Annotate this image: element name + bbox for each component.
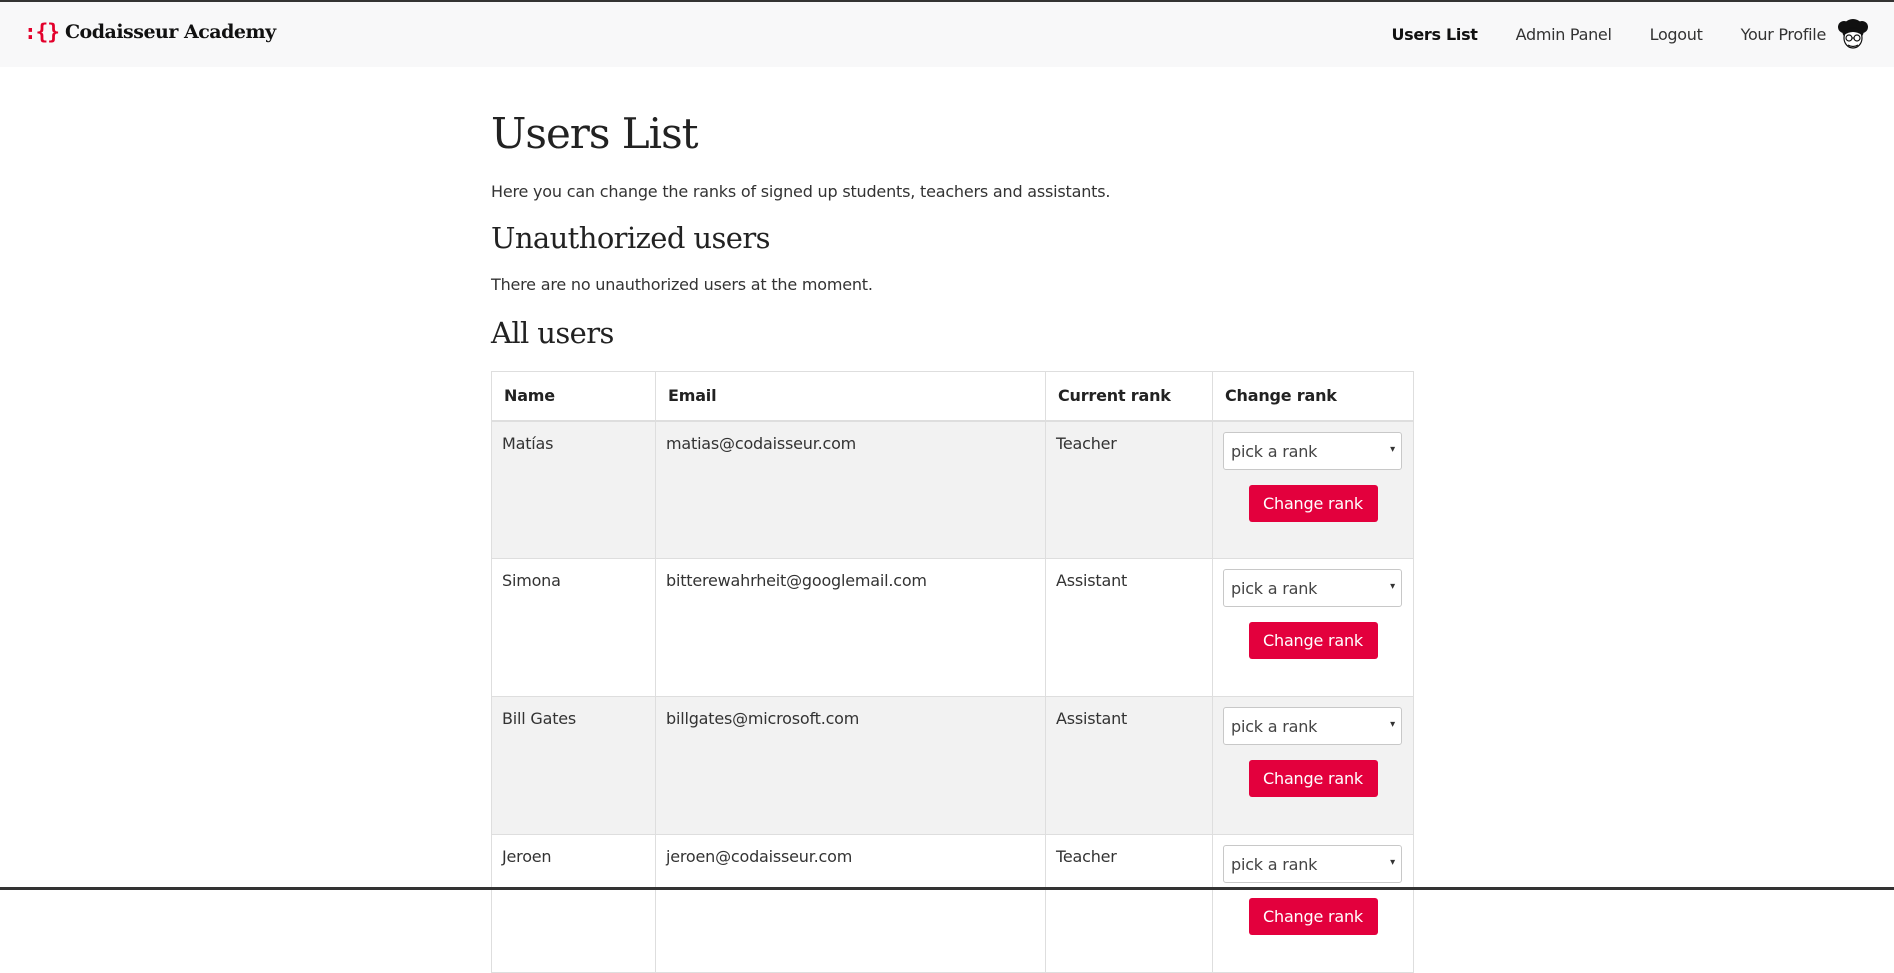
all-users-heading: All users (491, 316, 1413, 350)
rank-select[interactable]: pick a rank ▾ (1223, 707, 1402, 745)
cell-current-rank: Assistant (1046, 697, 1213, 835)
change-rank-button[interactable]: Change rank (1249, 485, 1378, 522)
table-row: Jeroen jeroen@codaisseur.com Teacher pic… (492, 835, 1414, 973)
cell-name: Bill Gates (492, 697, 656, 835)
brand-link[interactable]: :{} Codaisseur Academy (24, 20, 276, 44)
header-current-rank: Current rank (1046, 372, 1213, 421)
cell-email: bitterewahrheit@googlemail.com (656, 559, 1046, 697)
unauthorized-empty-message: There are no unauthorized users at the m… (491, 275, 1413, 294)
caret-down-icon: ▾ (1390, 719, 1395, 730)
cell-change-rank: pick a rank ▾ Change rank (1213, 835, 1414, 973)
avatar-icon (1836, 18, 1870, 52)
nav-logout[interactable]: Logout (1650, 25, 1703, 44)
navbar: :{} Codaisseur Academy Users List Admin … (0, 2, 1894, 67)
rank-select[interactable]: pick a rank ▾ (1223, 432, 1402, 470)
cell-name: Jeroen (492, 835, 656, 973)
cell-current-rank: Assistant (1046, 559, 1213, 697)
change-rank-button[interactable]: Change rank (1249, 760, 1378, 797)
rank-select[interactable]: pick a rank ▾ (1223, 845, 1402, 883)
rank-select-value: pick a rank (1231, 579, 1317, 598)
table-header-row: Name Email Current rank Change rank (492, 372, 1414, 421)
cell-email: jeroen@codaisseur.com (656, 835, 1046, 973)
table-row: Simona bitterewahrheit@googlemail.com As… (492, 559, 1414, 697)
caret-down-icon: ▾ (1390, 857, 1395, 868)
caret-down-icon: ▾ (1390, 581, 1395, 592)
header-change-rank: Change rank (1213, 372, 1414, 421)
brand-name: Codaisseur Academy (65, 21, 276, 43)
rank-select-value: pick a rank (1231, 855, 1317, 874)
brand-logo-icon: :{} (24, 20, 59, 44)
nav-users-list[interactable]: Users List (1391, 25, 1477, 44)
cell-current-rank: Teacher (1046, 835, 1213, 973)
nav-your-profile[interactable]: Your Profile (1741, 18, 1870, 52)
change-rank-button[interactable]: Change rank (1249, 898, 1378, 935)
table-row: Bill Gates billgates@microsoft.com Assis… (492, 697, 1414, 835)
nav-links: Users List Admin Panel Logout Your Profi… (1353, 2, 1870, 67)
header-email: Email (656, 372, 1046, 421)
cell-current-rank: Teacher (1046, 421, 1213, 559)
nav-admin-panel[interactable]: Admin Panel (1516, 25, 1612, 44)
page-title: Users List (491, 109, 1413, 158)
rank-select-value: pick a rank (1231, 717, 1317, 736)
users-table: Name Email Current rank Change rank Matí… (491, 371, 1414, 973)
cell-change-rank: pick a rank ▾ Change rank (1213, 559, 1414, 697)
cell-name: Matías (492, 421, 656, 559)
cell-email: matias@codaisseur.com (656, 421, 1046, 559)
cell-change-rank: pick a rank ▾ Change rank (1213, 421, 1414, 559)
rank-select-value: pick a rank (1231, 442, 1317, 461)
main-content: Users List Here you can change the ranks… (491, 67, 1413, 973)
change-rank-button[interactable]: Change rank (1249, 622, 1378, 659)
page-intro: Here you can change the ranks of signed … (491, 182, 1413, 201)
cell-email: billgates@microsoft.com (656, 697, 1046, 835)
cell-change-rank: pick a rank ▾ Change rank (1213, 697, 1414, 835)
table-row: Matías matias@codaisseur.com Teacher pic… (492, 421, 1414, 559)
header-name: Name (492, 372, 656, 421)
rank-select[interactable]: pick a rank ▾ (1223, 569, 1402, 607)
caret-down-icon: ▾ (1390, 444, 1395, 455)
nav-your-profile-label: Your Profile (1741, 25, 1826, 44)
cell-name: Simona (492, 559, 656, 697)
unauthorized-heading: Unauthorized users (491, 221, 1413, 255)
